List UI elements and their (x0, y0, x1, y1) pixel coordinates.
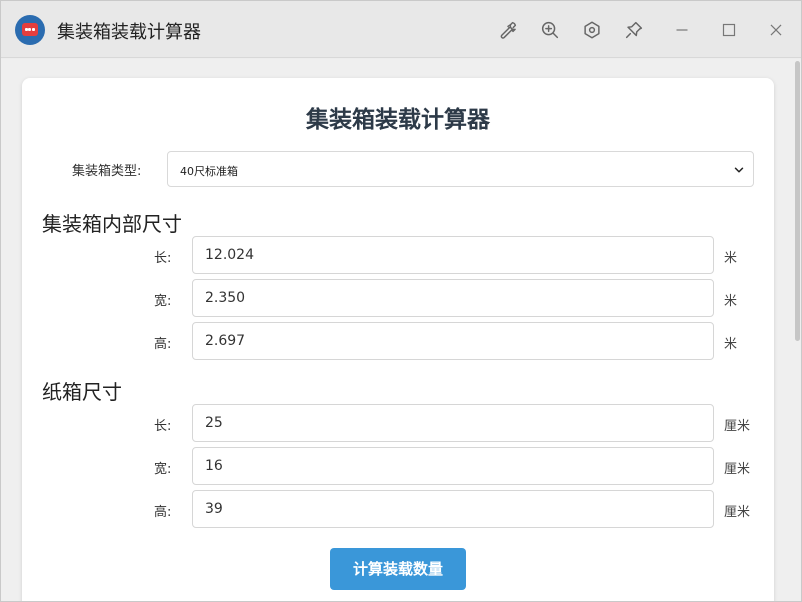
inner-width-label: 宽: (154, 294, 172, 309)
inner-height-input[interactable]: 2.697 (192, 322, 714, 360)
app-window: 集装箱装载计算器 集装箱装载计算器 集装箱类型: 40尺标准箱 集装箱内部尺寸 … (0, 0, 802, 602)
inner-height-unit: 米 (724, 337, 738, 352)
inner-height-label: 高: (154, 337, 172, 352)
box-width-label: 宽: (154, 462, 172, 477)
chevron-down-icon (734, 167, 744, 173)
inner-length-input[interactable]: 12.024 (192, 236, 714, 274)
hexagon-settings-icon[interactable] (581, 19, 603, 41)
inner-length-unit: 米 (724, 251, 738, 266)
pin-icon[interactable] (623, 19, 645, 41)
box-height-label: 高: (154, 505, 172, 520)
app-logo-icon (15, 15, 45, 45)
zoom-in-icon[interactable] (539, 19, 561, 41)
box-width-input[interactable]: 16 (192, 447, 714, 485)
container-type-label: 集装箱类型: (72, 164, 142, 179)
box-height-input[interactable]: 39 (192, 490, 714, 528)
title-bar: 集装箱装载计算器 (1, 1, 801, 58)
close-icon[interactable] (765, 19, 787, 41)
container-type-select[interactable]: 40尺标准箱 (167, 151, 754, 187)
maximize-icon[interactable] (718, 19, 740, 41)
wrench-icon[interactable] (497, 19, 519, 41)
minimize-icon[interactable] (671, 19, 693, 41)
box-length-label: 长: (154, 419, 172, 434)
inner-length-label: 长: (154, 251, 172, 266)
inner-width-input[interactable]: 2.350 (192, 279, 714, 317)
box-height-unit: 厘米 (724, 505, 751, 520)
main-content: 集装箱装载计算器 集装箱类型: 40尺标准箱 集装箱内部尺寸 长: 12.024… (1, 59, 801, 601)
box-size-section-title: 纸箱尺寸 (42, 380, 122, 404)
inner-size-section-title: 集装箱内部尺寸 (42, 212, 182, 236)
vertical-scrollbar[interactable] (794, 59, 801, 601)
calculate-button[interactable]: 计算装载数量 (330, 548, 466, 590)
box-length-input[interactable]: 25 (192, 404, 714, 442)
calculator-card: 集装箱装载计算器 集装箱类型: 40尺标准箱 集装箱内部尺寸 长: 12.024… (22, 78, 774, 601)
inner-width-unit: 米 (724, 294, 738, 309)
scrollbar-thumb[interactable] (795, 61, 800, 341)
window-title: 集装箱装载计算器 (57, 22, 201, 43)
box-length-unit: 厘米 (724, 419, 751, 434)
box-width-unit: 厘米 (724, 462, 751, 477)
page-title: 集装箱装载计算器 (306, 107, 490, 133)
container-type-value: 40尺标准箱 (180, 165, 238, 178)
